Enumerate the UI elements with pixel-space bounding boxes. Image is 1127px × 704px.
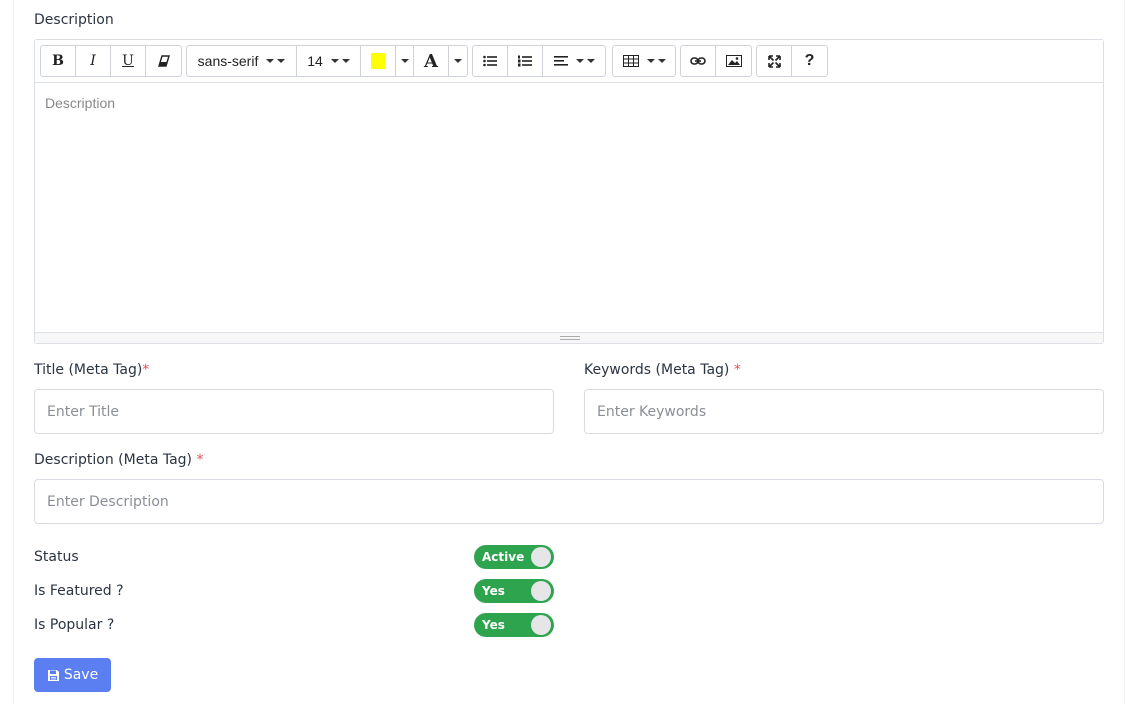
help-label: ? — [804, 52, 815, 69]
link-button[interactable] — [681, 46, 716, 76]
title-meta-placeholder: Enter Title — [47, 403, 120, 420]
underline-label: U — [122, 53, 134, 69]
featured-label: Is Featured ? — [34, 583, 124, 599]
font-color-dropdown[interactable] — [449, 46, 467, 76]
clear-format-button[interactable] — [146, 46, 181, 76]
font-color-button[interactable]: A — [414, 46, 449, 76]
toggle-knob — [531, 615, 551, 635]
chevron-down-icon — [341, 59, 350, 63]
save-icon — [47, 669, 59, 681]
featured-toggle[interactable]: Yes — [474, 579, 554, 603]
title-meta-input[interactable]: Enter Title — [34, 389, 554, 434]
save-button-label: Save — [63, 667, 99, 683]
title-meta-label: Title (Meta Tag)* — [34, 362, 149, 378]
editor-placeholder: Description — [45, 95, 116, 111]
fullscreen-button[interactable] — [757, 46, 792, 76]
toggle-knob — [531, 581, 551, 601]
bullet-list-button[interactable] — [473, 46, 508, 76]
font-size-value: 14 — [307, 53, 323, 69]
font-family-value: sans-serif — [197, 53, 259, 69]
table-dropdown[interactable] — [613, 46, 675, 76]
popular-label: Is Popular ? — [34, 617, 115, 633]
ordered-list-icon — [518, 55, 532, 67]
keywords-meta-input[interactable]: Enter Keywords — [584, 389, 1104, 434]
italic-label: I — [90, 53, 96, 69]
chevron-down-icon — [586, 59, 595, 63]
bullet-list-icon — [483, 55, 497, 67]
insert-group — [680, 45, 752, 77]
required-mark: * — [196, 452, 204, 468]
featured-toggle-text: Yes — [482, 584, 505, 598]
keywords-meta-label-text: Keywords (Meta Tag) — [584, 362, 730, 378]
style-group: B I U — [40, 45, 182, 77]
title-meta-label-text: Title (Meta Tag) — [34, 362, 143, 378]
popular-toggle[interactable]: Yes — [474, 613, 554, 637]
highlight-color-dropdown[interactable] — [396, 46, 414, 76]
caret-down-icon — [266, 59, 275, 63]
align-dropdown[interactable] — [543, 46, 605, 76]
ordered-list-button[interactable] — [508, 46, 543, 76]
bold-button[interactable]: B — [41, 46, 76, 76]
caret-down-icon — [575, 59, 584, 63]
paragraph-group — [472, 45, 606, 77]
resize-grip-icon — [560, 336, 580, 340]
table-group — [612, 45, 676, 77]
highlight-color-button[interactable] — [361, 46, 396, 76]
eraser-icon — [157, 55, 170, 67]
table-icon — [622, 55, 639, 67]
italic-button[interactable]: I — [76, 46, 111, 76]
font-group: sans-serif 14 A — [186, 45, 468, 77]
status-toggle[interactable]: Active — [474, 545, 554, 569]
highlight-swatch — [371, 53, 385, 69]
caret-down-icon — [400, 59, 409, 63]
font-family-dropdown[interactable]: sans-serif — [187, 46, 297, 76]
description-meta-input[interactable]: Enter Description — [34, 479, 1104, 524]
underline-button[interactable]: U — [111, 46, 146, 76]
chevron-down-icon — [277, 59, 286, 63]
caret-down-icon — [646, 59, 655, 63]
keywords-meta-label: Keywords (Meta Tag) * — [584, 362, 741, 378]
image-button[interactable] — [716, 46, 751, 76]
description-label: Description — [34, 12, 114, 28]
align-left-icon — [553, 56, 568, 66]
status-label: Status — [34, 549, 79, 565]
editor-content-area[interactable]: Description — [35, 83, 1103, 333]
editor-resize-bar[interactable] — [35, 332, 1103, 343]
image-icon — [725, 55, 742, 67]
font-size-dropdown[interactable]: 14 — [297, 46, 361, 76]
description-meta-placeholder: Enter Description — [47, 493, 169, 510]
keywords-meta-placeholder: Enter Keywords — [597, 403, 707, 420]
view-group: ? — [756, 45, 828, 77]
toggle-knob — [531, 547, 551, 567]
bold-label: B — [52, 53, 64, 69]
save-button[interactable]: Save — [34, 658, 111, 692]
popular-toggle-text: Yes — [482, 618, 505, 632]
font-color-letter: A — [424, 50, 438, 72]
editor-toolbar: B I U sans-serif 14 A ? — [35, 40, 1103, 83]
required-mark: * — [142, 362, 150, 378]
description-meta-label-text: Description (Meta Tag) — [34, 452, 193, 468]
link-icon — [690, 57, 706, 65]
rich-text-editor: B I U sans-serif 14 A ? Description — [34, 39, 1104, 344]
required-mark: * — [733, 362, 741, 378]
caret-down-icon — [454, 59, 462, 63]
chevron-down-icon — [657, 59, 666, 63]
description-meta-label: Description (Meta Tag) * — [34, 452, 203, 468]
caret-down-icon — [330, 59, 339, 63]
status-toggle-text: Active — [482, 550, 525, 564]
fullscreen-icon — [767, 54, 781, 68]
help-button[interactable]: ? — [792, 46, 827, 76]
